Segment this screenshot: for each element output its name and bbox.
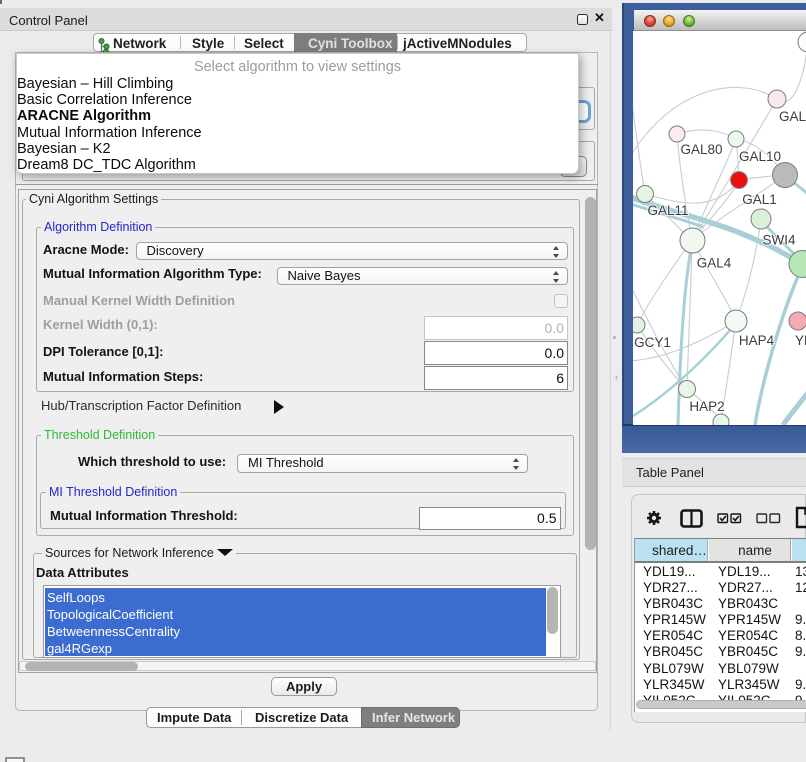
svg-text:YB: YB bbox=[795, 333, 806, 348]
svg-text:GAL1: GAL1 bbox=[742, 192, 777, 207]
svg-text:HAP4: HAP4 bbox=[739, 333, 775, 348]
svg-text:GCY1: GCY1 bbox=[634, 335, 671, 350]
svg-text:GAL10: GAL10 bbox=[739, 149, 781, 164]
svg-text:GAL11: GAL11 bbox=[647, 203, 688, 218]
svg-text:GAL2: GAL2 bbox=[779, 109, 806, 124]
svg-text:SWI4: SWI4 bbox=[762, 233, 795, 248]
svg-text:GAL80: GAL80 bbox=[680, 142, 722, 157]
svg-text:HAP2: HAP2 bbox=[689, 399, 724, 414]
svg-text:GAL4: GAL4 bbox=[697, 256, 732, 271]
